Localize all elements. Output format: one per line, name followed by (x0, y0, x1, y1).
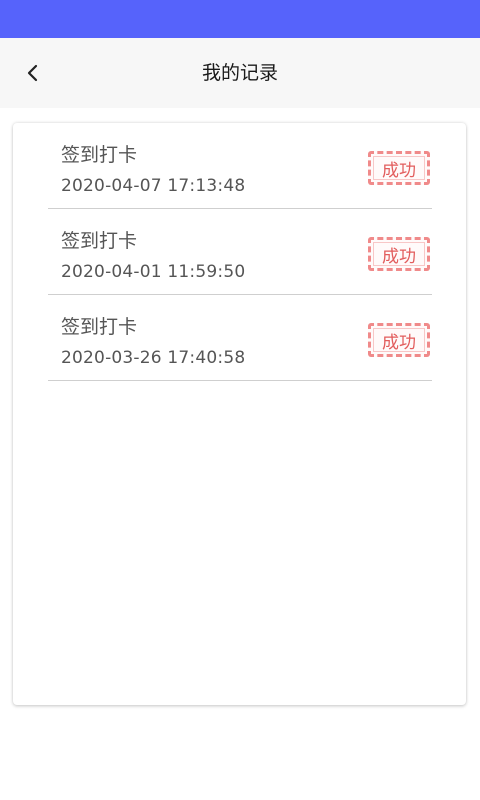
status-label: 成功 (382, 160, 416, 181)
record-title: 签到打卡 (61, 230, 138, 252)
records-card: 签到打卡 2020-04-07 17:13:48 成功 签到打卡 2020-04… (13, 123, 466, 705)
back-button[interactable] (14, 54, 52, 92)
record-list: 签到打卡 2020-04-07 17:13:48 成功 签到打卡 2020-04… (48, 123, 432, 381)
status-bar (0, 0, 480, 38)
page-title: 我的记录 (201, 62, 278, 84)
record-title: 签到打卡 (61, 144, 138, 166)
record-item[interactable]: 签到打卡 2020-04-01 11:59:50 成功 (48, 209, 432, 295)
nav-bar: 我的记录 (0, 38, 480, 108)
status-stamp: 成功 (368, 151, 430, 185)
status-stamp: 成功 (368, 237, 430, 271)
record-time: 2020-04-01 11:59:50 (61, 262, 246, 282)
record-time: 2020-04-07 17:13:48 (61, 176, 246, 196)
status-stamp: 成功 (368, 323, 430, 357)
chevron-left-icon (27, 64, 38, 82)
record-item[interactable]: 签到打卡 2020-03-26 17:40:58 成功 (48, 295, 432, 381)
status-label: 成功 (382, 332, 416, 353)
record-item[interactable]: 签到打卡 2020-04-07 17:13:48 成功 (48, 123, 432, 209)
record-title: 签到打卡 (61, 316, 138, 338)
record-time: 2020-03-26 17:40:58 (61, 348, 246, 368)
status-label: 成功 (382, 246, 416, 267)
